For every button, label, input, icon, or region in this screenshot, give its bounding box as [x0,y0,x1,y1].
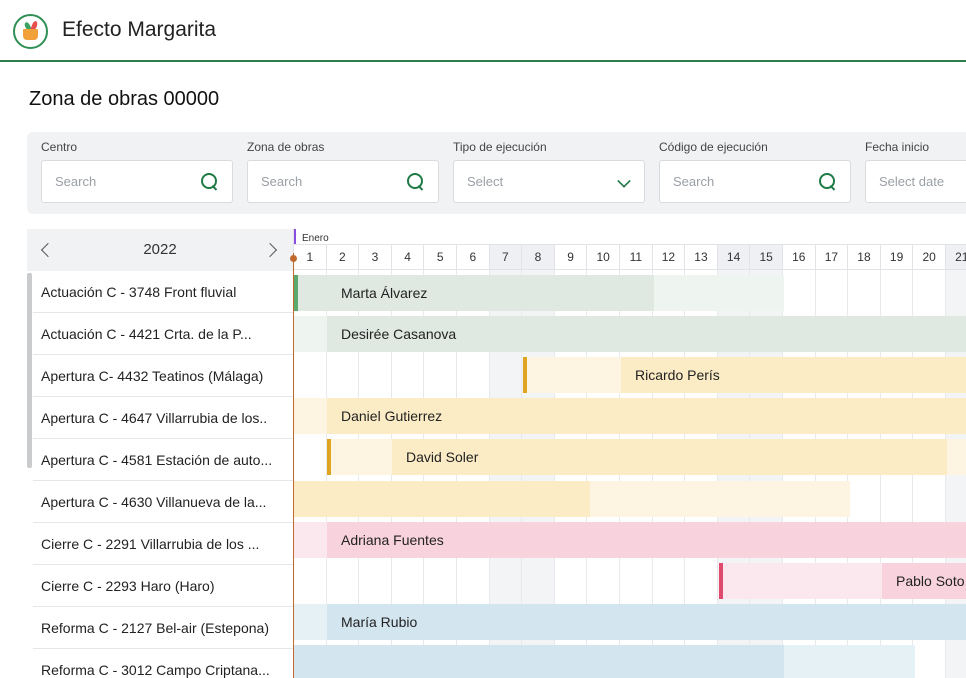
day-header[interactable]: 8 [522,244,555,270]
day-header[interactable]: 5 [424,244,457,270]
month-marker [294,229,296,244]
gantt-bar-accent [294,275,298,311]
gantt-bar-tail[interactable] [590,480,850,517]
day-header[interactable]: 19 [880,244,914,270]
centro-search-input[interactable]: Search [41,160,233,203]
row-label[interactable]: Cierre C - 2293 Haro (Haro) [33,565,293,607]
zona-obras-search-input[interactable]: Search [247,160,439,203]
day-header[interactable]: 11 [620,244,653,270]
tipo-ejecucion-select[interactable]: Select [453,160,645,203]
logo-basket [23,29,38,40]
filter-label: Código de ejecución [659,140,768,154]
gantt-bar-lead[interactable] [719,562,882,599]
row-label[interactable]: Cierre C - 2291 Villarrubia de los ... [33,523,293,565]
row-label[interactable]: Reforma C - 2127 Bel-air (Estepona) [33,607,293,649]
codigo-ejecucion-search-input[interactable]: Search [659,160,851,203]
day-header[interactable]: 20 [913,244,946,270]
gantt-bar[interactable] [294,644,784,678]
gantt-bar-label: Daniel Gutierrez [341,408,443,425]
gantt-bar-label: Pablo Soto [896,572,965,589]
row-label[interactable]: Apertura C- 4432 Teatinos (Málaga) [33,355,293,397]
search-icon[interactable] [819,173,837,191]
filter-label: Zona de obras [247,140,325,154]
day-header[interactable]: 4 [391,244,425,270]
gantt-bar-tail[interactable] [784,644,915,678]
day-header[interactable]: 21 [946,244,966,270]
fecha-inicio-date-input[interactable]: Select date [865,160,966,203]
basket-logo-icon[interactable] [13,14,48,49]
chevron-down-icon[interactable] [617,174,631,188]
year-label: 2022 [143,241,177,258]
input-placeholder: Search [673,174,715,189]
day-header[interactable]: 3 [359,244,392,270]
gantt-bar[interactable] [294,480,590,517]
gantt-bar-label: Marta Álvarez [341,285,428,301]
filter-label: Centro [41,140,78,154]
row-label[interactable]: Apertura C - 4581 Estación de auto... [33,439,293,481]
filter-bar: Centro Search Zona de obras Search Tipo … [27,132,966,214]
gantt-bar-tail[interactable] [654,275,784,311]
gantt-bar-label: María Rubio [341,613,418,630]
gantt-bar-lead[interactable] [294,603,327,640]
gantt-chart: Enero 123456789101112131415161718192021M… [293,229,966,678]
input-placeholder: Search [55,174,97,189]
gantt-bar-lead[interactable] [294,521,327,558]
search-icon[interactable] [407,173,425,191]
day-header[interactable]: 1 [294,244,327,270]
gantt-bar[interactable] [327,603,966,640]
gantt-bar-lead[interactable] [327,439,392,476]
month-label: Enero [302,233,329,244]
gantt-bar-lead[interactable] [523,357,621,394]
filter-label: Fecha inicio [865,140,930,154]
day-header[interactable]: 7 [489,244,523,270]
row-label[interactable]: Apertura C - 4647 Villarrubia de los.. [33,397,293,439]
filter-label: Tipo de ejecución [453,140,547,154]
day-header[interactable]: 13 [685,244,718,270]
gantt-bar-label: Desirée Casanova [341,326,457,343]
input-placeholder: Select date [879,174,945,189]
day-header[interactable]: 10 [587,244,620,270]
year-selector: 2022 [27,229,293,271]
today-line [293,253,294,678]
day-header[interactable]: 12 [652,244,686,270]
search-icon[interactable] [201,173,219,191]
input-placeholder: Search [261,174,303,189]
row-label[interactable]: Actuación C - 3748 Front fluvial [33,271,293,313]
day-header[interactable]: 2 [326,244,360,270]
day-header[interactable]: 15 [750,244,783,270]
day-header[interactable]: 9 [554,244,588,270]
row-label[interactable]: Actuación C - 4421 Crta. de la P... [33,313,293,355]
row-label[interactable]: Reforma C - 3012 Campo Criptana... [33,649,293,678]
app-header: Efecto Margarita [0,0,966,62]
row-label[interactable]: Apertura C - 4630 Villanueva de la... [33,481,293,523]
app-title: Efecto Margarita [62,18,217,41]
day-header[interactable]: 14 [717,244,751,270]
gantt-bar-accent [719,562,723,599]
gantt-bar-tail[interactable] [947,439,966,476]
day-header[interactable]: 16 [783,244,816,270]
day-header[interactable]: 17 [815,244,849,270]
select-placeholder: Select [467,174,504,189]
gantt-bar-label: Adriana Fuentes [341,531,444,548]
row-list-panel: 2022 Actuación C - 3748 Front fluvial Act… [27,229,293,678]
scrollbar-thumb[interactable] [27,273,32,468]
gantt-bar-lead[interactable] [294,316,327,353]
gantt-bar-label: Ricardo Perís [635,367,720,384]
gantt-bar-accent [523,357,527,394]
gantt-bar-lead[interactable] [294,398,327,435]
day-header[interactable]: 6 [457,244,490,270]
today-marker [290,255,297,262]
gantt-bar-accent [327,439,331,476]
gantt-bar-label: David Soler [406,449,479,466]
day-header[interactable]: 18 [848,244,881,270]
page-title: Zona de obras 00000 [29,88,220,110]
